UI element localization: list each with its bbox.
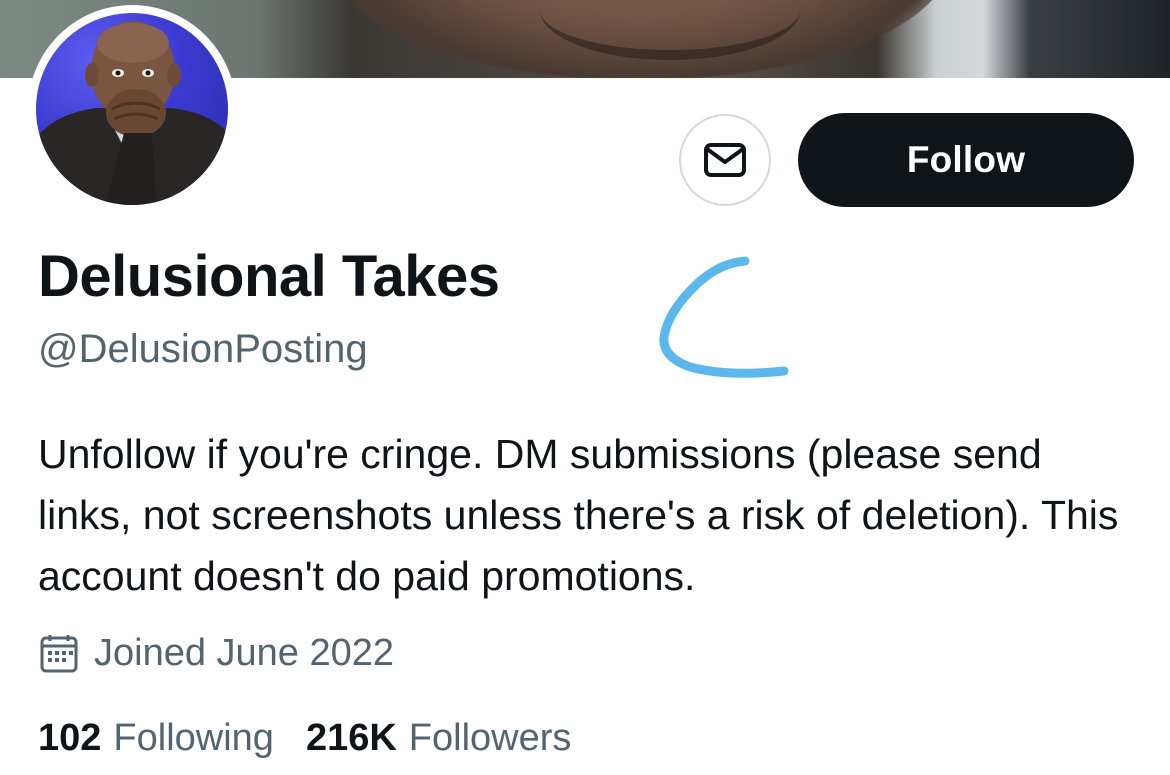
username-handle: @DelusionPosting: [38, 327, 368, 371]
avatar[interactable]: [28, 5, 236, 213]
following-count: 102: [38, 717, 102, 759]
followers-link[interactable]: 216K Followers: [306, 717, 571, 760]
joined-text: Joined June 2022: [94, 632, 395, 674]
followers-label: Followers: [408, 717, 572, 759]
followers-count: 216K: [305, 717, 397, 759]
profile-bio: Unfollow if you're cringe. DM submission…: [38, 431, 1119, 599]
follow-button[interactable]: Follow: [798, 113, 1134, 207]
display-name: Delusional Takes: [38, 244, 500, 309]
following-label: Following: [113, 717, 274, 759]
hand-drawn-scribble: [659, 256, 789, 378]
follow-button-label: Follow: [906, 139, 1026, 180]
message-button[interactable]: [679, 114, 771, 206]
following-link[interactable]: 102 Following: [38, 717, 274, 760]
joined-date: Joined June 2022: [38, 632, 394, 675]
calendar-icon: [38, 633, 80, 675]
envelope-icon: [703, 142, 747, 178]
avatar-photo: [36, 13, 228, 205]
avatar-person-illustration: [36, 21, 228, 205]
follow-stats: 102 Following 216K Followers: [38, 717, 603, 760]
